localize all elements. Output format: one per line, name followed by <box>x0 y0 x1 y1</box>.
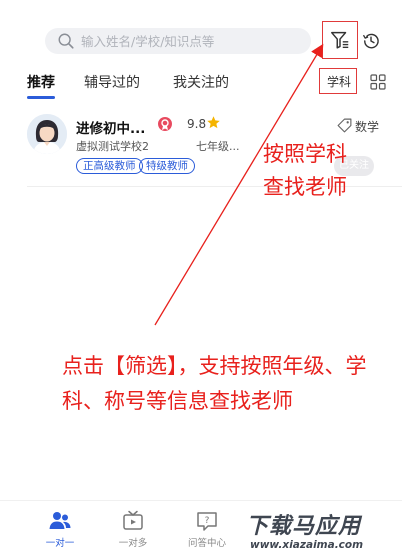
nav-label-one-to-many: 一对多 <box>118 538 148 549</box>
nav-one-to-one[interactable]: 一对一 <box>30 509 90 549</box>
watermark-title: 下载马应用 <box>246 514 362 539</box>
teacher-school: 虚拟测试学校2 <box>76 140 149 153</box>
grid-icon[interactable] <box>370 74 386 90</box>
watermark-url: www.xiazaima.com <box>250 539 364 551</box>
active-tab-indicator <box>27 96 55 99</box>
people-icon <box>49 512 71 529</box>
tv-icon <box>123 510 143 530</box>
annotation-main-hint: 点击【筛选】，支持按照年级、学科、称号等信息查找老师 <box>62 354 367 413</box>
qa-icon: ? <box>197 512 217 531</box>
title-tag-senior: 正高级教师 <box>76 158 143 174</box>
history-icon[interactable] <box>361 31 381 51</box>
avatar-illustration <box>27 114 67 154</box>
title-tag-special: 特级教师 <box>139 158 195 174</box>
watermark: 下载马应用 www.xiazaima.com <box>236 506 402 556</box>
nav-qa-center[interactable]: ? 问答中心 <box>177 509 237 549</box>
tab-recommend[interactable]: 推荐 <box>27 72 55 92</box>
subject-filter[interactable]: 学科 <box>327 73 351 90</box>
teacher-score: 9.8 <box>187 117 207 131</box>
teacher-avatar[interactable] <box>27 114 67 154</box>
teacher-grade: 七年级... <box>196 140 240 153</box>
teacher-subject: 数学 <box>355 120 380 134</box>
annotation-filter-hint: 按照学科 查找老师 <box>263 142 347 199</box>
search-icon <box>58 33 74 49</box>
tab-tutored[interactable]: 辅导过的 <box>84 72 140 92</box>
badge-icon <box>158 117 172 131</box>
search-bar[interactable] <box>45 28 311 54</box>
nav-label-one-to-one: 一对一 <box>45 538 75 549</box>
teacher-name[interactable]: 进修初中... <box>76 117 145 137</box>
filter-icon[interactable] <box>329 29 351 51</box>
tag-icon <box>337 118 352 133</box>
svg-text:?: ? <box>205 516 210 526</box>
star-icon <box>207 116 220 129</box>
search-input[interactable] <box>81 33 281 49</box>
nav-one-to-many[interactable]: 一对多 <box>103 509 163 549</box>
nav-label-qa-center: 问答中心 <box>187 538 226 549</box>
tab-following[interactable]: 我关注的 <box>173 72 229 92</box>
